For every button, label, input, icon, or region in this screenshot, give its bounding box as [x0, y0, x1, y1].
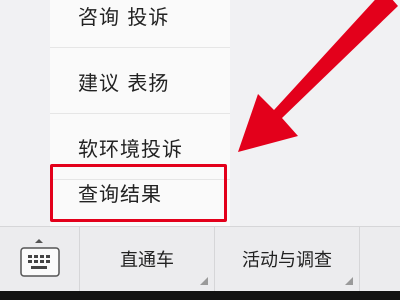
tab-activity-survey[interactable]: 活动与调查	[215, 227, 360, 291]
corner-triangle-icon	[200, 277, 208, 285]
keyboard-icon	[20, 247, 60, 277]
corner-triangle-icon	[345, 277, 353, 285]
bottom-tabbar: 直通车 活动与调查	[0, 226, 400, 291]
tab-label: 活动与调查	[242, 250, 332, 271]
tab-label: 直通车	[120, 250, 174, 271]
tab-direct-train[interactable]: 直通车	[80, 227, 215, 291]
tab-more[interactable]	[360, 227, 400, 291]
red-arrow-shape	[238, 0, 398, 152]
keyboard-toggle-button[interactable]	[0, 227, 80, 291]
chevron-up-icon	[35, 239, 43, 243]
